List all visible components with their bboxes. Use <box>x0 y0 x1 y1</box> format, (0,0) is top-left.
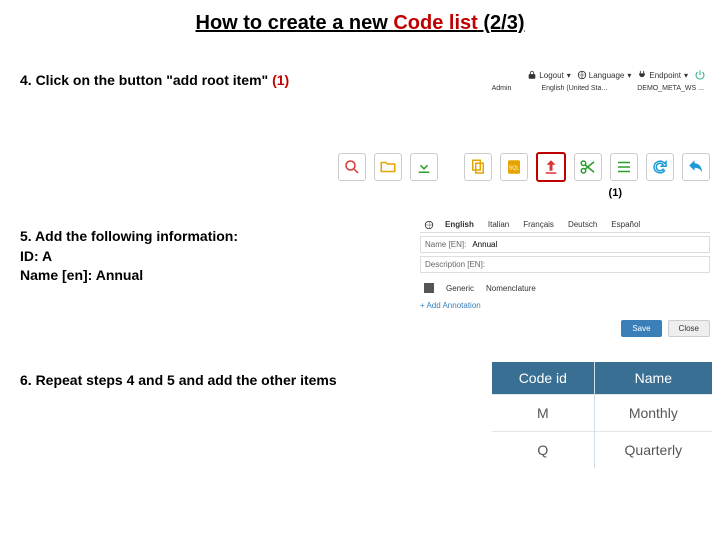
lock-icon <box>527 70 537 80</box>
th-code-id: Code id <box>492 362 594 395</box>
globe-icon <box>577 70 587 80</box>
section-icon <box>424 283 434 293</box>
language-item[interactable]: Language ▾ <box>577 70 632 80</box>
scissors-icon <box>579 158 597 176</box>
add-annotation-link[interactable]: + Add Annotation <box>420 301 710 310</box>
language-sub: English (United Sta... <box>541 85 607 92</box>
cut-button[interactable] <box>574 153 602 181</box>
folder-button[interactable] <box>374 153 402 181</box>
logout-label: Logout <box>539 71 563 80</box>
cell-name: Monthly <box>594 395 712 432</box>
topbar-row: Logout ▾ Language ▾ Endpoint ▾ <box>430 67 710 83</box>
step-5-line3: Name [en]: Annual <box>20 266 238 286</box>
undo-button[interactable] <box>682 153 710 181</box>
desc-prefix: Description [EN]: <box>425 260 485 269</box>
step-4-marker: (1) <box>272 72 289 88</box>
page-title: How to create a new Code list (2/3) <box>0 12 720 35</box>
language-tabs: English Italian Français Deutsch Español <box>420 217 710 233</box>
add-root-item-button[interactable] <box>536 152 566 182</box>
section-generic[interactable]: Generic <box>446 284 474 293</box>
plug-icon <box>637 70 647 80</box>
step-5-line1: 5. Add the following information: <box>20 227 238 247</box>
refresh-button[interactable] <box>646 153 674 181</box>
undo-icon <box>687 158 705 176</box>
desc-field-row: Description [EN]: <box>420 256 710 273</box>
logout-sub: Admin <box>492 85 512 92</box>
step-6: 6. Repeat steps 4 and 5 and add the othe… <box>20 372 337 388</box>
app-topbar: Logout ▾ Language ▾ Endpoint ▾ Admin Eng… <box>430 67 710 94</box>
sql-icon: SQL <box>505 158 523 176</box>
language-label: Language <box>589 71 625 80</box>
sql-button[interactable]: SQL <box>500 153 528 181</box>
list-icon <box>615 158 633 176</box>
upload-icon <box>542 158 560 176</box>
copy-icon <box>469 158 487 176</box>
cell-code: M <box>492 395 594 432</box>
toolbar: SQL <box>338 152 710 182</box>
table-header-row: Code id Name <box>492 362 712 395</box>
endpoint-label: Endpoint <box>649 71 681 80</box>
tab-french[interactable]: Français <box>520 219 557 230</box>
endpoint-item[interactable]: Endpoint ▾ <box>637 70 688 80</box>
copy-button[interactable] <box>464 153 492 181</box>
search-button[interactable] <box>338 153 366 181</box>
svg-text:SQL: SQL <box>509 165 520 171</box>
th-name: Name <box>594 362 712 395</box>
topbar-sub: Admin English (United Sta... DEMO_META_W… <box>430 83 710 94</box>
callout-1: (1) <box>609 187 622 199</box>
logout-item[interactable]: Logout ▾ <box>527 70 570 80</box>
endpoint-sub: DEMO_META_WS ... <box>637 85 704 92</box>
table-row: M Monthly <box>492 395 712 432</box>
step-4-text: 4. Click on the button "add root item" <box>20 72 272 88</box>
step-4: 4. Click on the button "add root item" (… <box>20 72 289 88</box>
cell-code: Q <box>492 432 594 469</box>
title-highlight: Code list <box>393 12 477 34</box>
section-row: Generic Nomenclature <box>420 281 710 295</box>
tab-english[interactable]: English <box>442 219 477 230</box>
form-buttons: Save Close <box>420 320 710 337</box>
tab-italian[interactable]: Italian <box>485 219 512 230</box>
download-button[interactable] <box>410 153 438 181</box>
form-panel: English Italian Français Deutsch Español… <box>420 217 710 337</box>
name-field-row: Name [EN]: <box>420 236 710 253</box>
title-suffix: (2/3) <box>478 12 525 34</box>
save-button[interactable]: Save <box>621 320 661 337</box>
tab-german[interactable]: Deutsch <box>565 219 600 230</box>
close-button[interactable]: Close <box>668 320 710 337</box>
step-5: 5. Add the following information: ID: A … <box>20 227 238 286</box>
step-5-line2: ID: A <box>20 247 238 267</box>
folder-icon <box>379 158 397 176</box>
table-row: Q Quarterly <box>492 432 712 469</box>
power-icon[interactable] <box>694 69 706 81</box>
desc-input[interactable] <box>489 259 705 270</box>
title-prefix: How to create a new <box>196 12 394 34</box>
section-nomenclature[interactable]: Nomenclature <box>486 284 536 293</box>
refresh-icon <box>651 158 669 176</box>
name-input[interactable] <box>470 239 705 250</box>
globe-icon <box>424 220 434 230</box>
codes-table: Code id Name M Monthly Q Quarterly <box>492 362 712 468</box>
search-icon <box>343 158 361 176</box>
list-button[interactable] <box>610 153 638 181</box>
name-prefix: Name [EN]: <box>425 240 466 249</box>
cell-name: Quarterly <box>594 432 712 469</box>
tab-spanish[interactable]: Español <box>608 219 643 230</box>
download-icon <box>415 158 433 176</box>
